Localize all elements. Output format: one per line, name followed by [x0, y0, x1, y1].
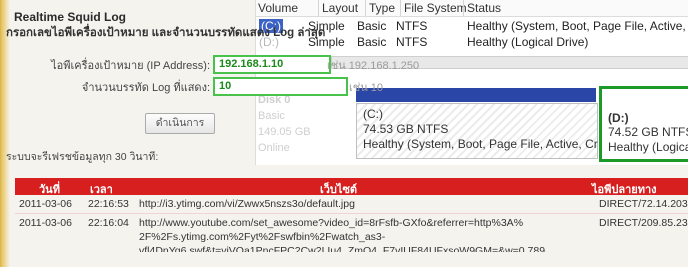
- lines-label: จำนวนบรรทัด Log ที่แสดง:: [81, 82, 210, 94]
- run-button[interactable]: ดำเนินการ: [145, 113, 215, 134]
- ip-hint: เช่น 192.168.1.250: [327, 60, 420, 72]
- lines-hint: เช่น 10: [349, 82, 384, 94]
- log-table: วันที่ เวลา เว็บไซต์ ไอพีปลายทาง 2011-03…: [15, 178, 688, 254]
- log-url[interactable]: http://www.youtube.com/set_awesome?video…: [139, 217, 523, 229]
- app-subtitle: กรอกเลขไอพีเครื่องเป้าหมาย และจำนวนบรรทั…: [6, 27, 326, 39]
- app-title: Realtime Squid Log: [14, 10, 127, 24]
- squid-log-app: Realtime Squid Log กรอกเลขไอพีเครื่องเป้…: [0, 0, 688, 267]
- refresh-note: ระบบจะรีเฟรชข้อมูลทุก 30 วินาที:: [6, 151, 159, 163]
- log-table-header: วันที่ เวลา เว็บไซต์ ไอพีปลายทาง: [15, 178, 688, 196]
- log-url[interactable]: http://i3.ytimg.com/vi/Zwwx5nszs3o/defau…: [139, 198, 355, 210]
- table-row: 2011-03-06 22:16:04 http://www.youtube.c…: [15, 213, 688, 254]
- ip-label: ไอพีเครื่องเป้าหมาย (IP Address):: [51, 60, 210, 72]
- table-row: 2011-03-06 22:16:53 http://i3.ytimg.com/…: [19, 198, 688, 210]
- lines-input[interactable]: 10: [213, 77, 348, 96]
- ip-input[interactable]: 192.168.1.10: [213, 55, 331, 74]
